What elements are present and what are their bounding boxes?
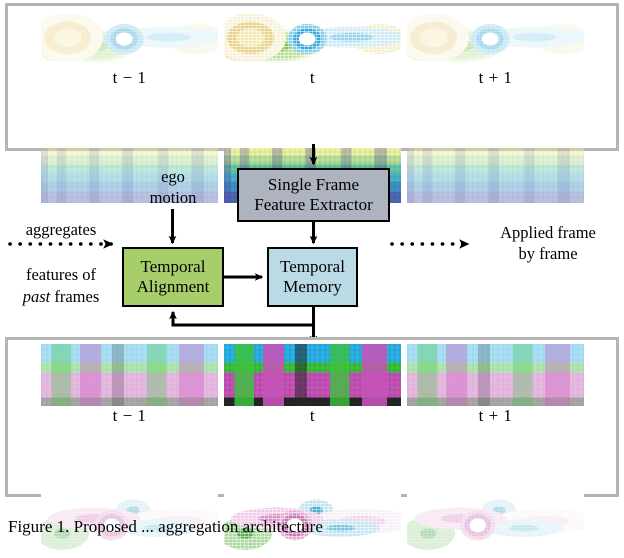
segmentation-image-thumb [41,344,218,406]
frame-label: t + 1 [478,68,513,87]
output-frames-panel: t − 1 t t + 1 [5,337,619,558]
box-line-2: Alignment [136,277,210,296]
aggregates-line-3-emphasis: past [22,286,51,306]
label-aggregates-features-of-past-frames: aggregates . features of past frames [2,219,120,308]
box-line-1: Temporal [280,257,345,277]
box-single-frame-feature-extractor[interactable]: Single Frame Feature Extractor [237,168,390,222]
ego-motion-line-1: ego [161,167,185,186]
output-frame-t-minus-1: t − 1 [41,340,218,558]
architecture-diagram: Single Frame Feature Extractor Temporal … [0,144,624,345]
lidar-birdseye-thumb [41,10,218,68]
label-applied-frame-by-frame: Applied frame by frame [478,223,618,264]
label-ego-motion: ego motion [138,167,208,208]
frame-label: t [309,68,316,87]
box-line-1: Temporal [140,257,206,277]
box-temporal-memory[interactable]: Temporal Memory [267,247,358,307]
frame-label: t − 1 [112,406,147,425]
aggregates-line-3-rest: frames [50,286,100,306]
ego-motion-line-2: motion [149,187,197,207]
figure-caption: Figure 1. Proposed ... aggregation archi… [8,517,323,536]
box-line-2: Feature Extractor [254,195,373,214]
input-frames-panel: t − 1 t t + 1 [5,3,619,203]
lidar-birdseye-thumb [407,10,584,68]
frame-label: t [309,406,316,425]
output-frame-t-plus-1: t + 1 [407,340,584,558]
input-frame-t-minus-1: t − 1 [41,6,218,203]
frame-label: t + 1 [478,406,513,425]
box-line-1: Single Frame [267,175,360,195]
segmentation-image-thumb [407,344,584,406]
applied-line-2: by frame [518,243,578,263]
arrow-memory-feedback [169,307,315,327]
lidar-birdseye-thumb [224,10,401,68]
segmentation-image-thumb [224,344,401,406]
input-frame-t: t [224,6,401,203]
box-line-2: Memory [283,277,342,296]
input-frame-t-plus-1: t + 1 [407,6,584,203]
box-temporal-alignment[interactable]: Temporal Alignment [122,247,224,307]
output-frame-t: t [224,340,401,558]
frame-label: t − 1 [112,68,147,87]
aggregates-line-2: features of [25,264,97,284]
applied-line-1: Applied frame [500,223,596,242]
aggregates-line-1: aggregates [25,220,97,239]
